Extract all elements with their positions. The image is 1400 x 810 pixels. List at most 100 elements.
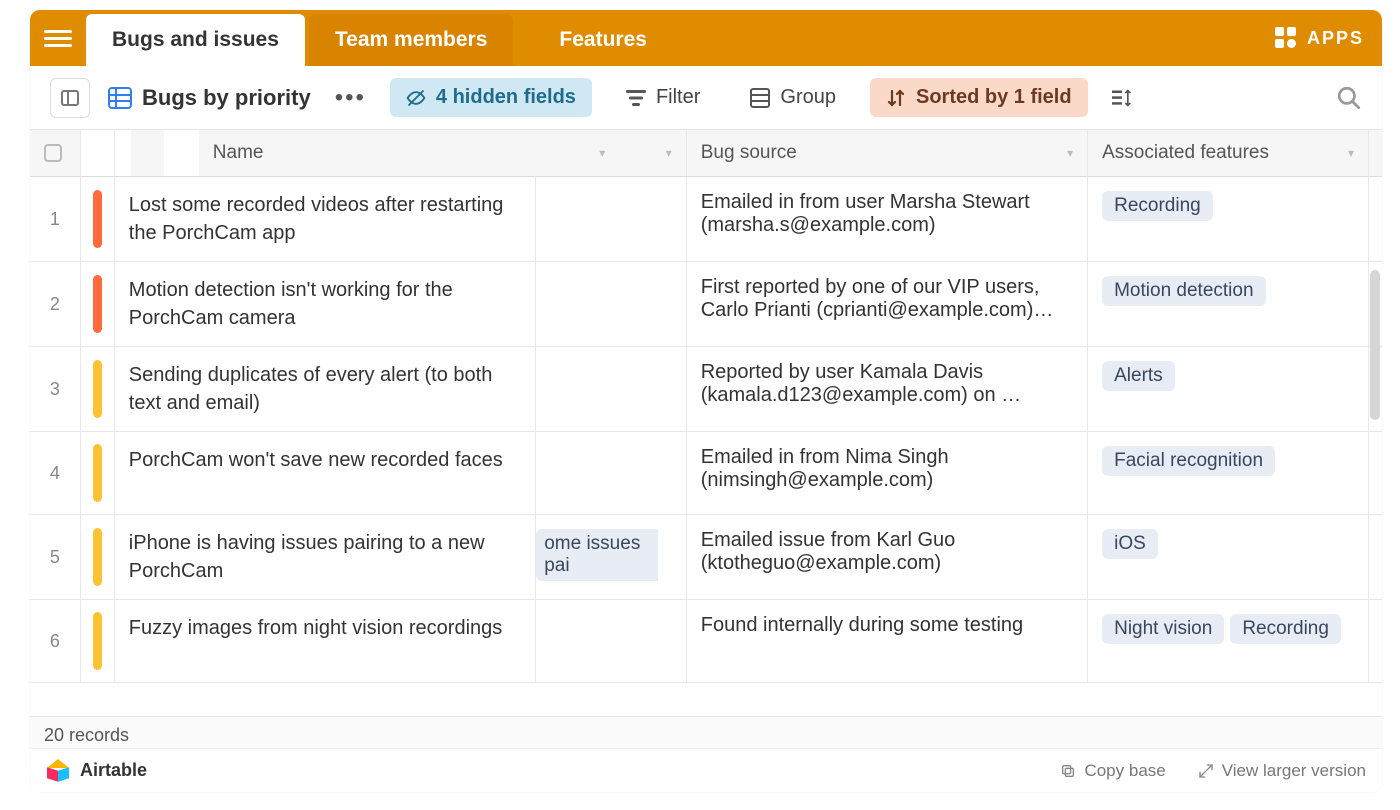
row-height-icon: [1112, 88, 1132, 108]
cell-bug-source[interactable]: Found internally during some testing: [686, 600, 1087, 683]
hidden-fields-button[interactable]: 4 hidden fields: [390, 78, 592, 117]
priority-indicator: [80, 600, 114, 683]
feature-tag[interactable]: Motion detection: [1102, 276, 1265, 306]
toggle-sidebar-button[interactable]: [50, 78, 90, 118]
cell-name[interactable]: PorchCam won't save new recorded faces: [114, 432, 535, 515]
feature-tag[interactable]: Night vision: [1102, 614, 1224, 644]
cell-name[interactable]: Fuzzy images from night vision recording…: [114, 600, 535, 683]
cell-name[interactable]: Motion detection isn't working for the P…: [114, 262, 535, 347]
cell-created[interactable]: M: [1369, 432, 1382, 515]
table-row[interactable]: 5 iPhone is having issues pairing to a ne…: [30, 515, 1382, 600]
row-number[interactable]: 1: [30, 177, 80, 262]
view-toolbar: Bugs by priority ••• 4 hidden fields Fil…: [30, 66, 1382, 130]
view-larger-label: View larger version: [1222, 761, 1366, 781]
column-header-bug-source[interactable]: Bug source ▾: [686, 130, 1087, 177]
linked-record-fragment[interactable]: ome issues pai: [536, 529, 658, 581]
cell-bug-source[interactable]: Emailed in from Nima Singh (nimsingh@exa…: [686, 432, 1087, 515]
chevron-down-icon[interactable]: ▾: [599, 146, 605, 160]
feature-tag[interactable]: Alerts: [1102, 361, 1175, 391]
cell-bug-source[interactable]: First reported by one of our VIP users, …: [686, 262, 1087, 347]
column-header-name[interactable]: Name ▾: [198, 130, 619, 177]
cell-s[interactable]: [536, 600, 687, 683]
cell-s[interactable]: [536, 432, 687, 515]
cell-s[interactable]: ome issues pai: [536, 515, 687, 600]
column-header-associated-features[interactable]: Associated features ▾: [1088, 130, 1369, 177]
cell-associated-features[interactable]: Recording: [1088, 177, 1369, 262]
select-all-checkbox[interactable]: [44, 144, 62, 162]
cell-bug-source[interactable]: Emailed issue from Karl Guo (ktotheguo@e…: [686, 515, 1087, 600]
col-features-label: Associated features: [1102, 142, 1269, 164]
chevron-down-icon[interactable]: ▾: [1067, 146, 1073, 160]
table-row[interactable]: 1 Lost some recorded videos after restart…: [30, 177, 1382, 262]
feature-tag[interactable]: Facial recognition: [1102, 446, 1275, 476]
priority-bar-icon: [93, 444, 102, 502]
cell-name[interactable]: Sending duplicates of every alert (to bo…: [114, 347, 535, 432]
apps-button[interactable]: APPS: [1275, 10, 1364, 66]
menu-icon[interactable]: [44, 24, 72, 52]
table-row[interactable]: 4 PorchCam won't save new recorded faces E…: [30, 432, 1382, 515]
filter-button[interactable]: Filter: [610, 78, 716, 117]
row-number[interactable]: 5: [30, 515, 80, 600]
group-icon: [750, 88, 770, 108]
cell-associated-features[interactable]: iOS: [1088, 515, 1369, 600]
row-number[interactable]: 4: [30, 432, 80, 515]
cell-s[interactable]: [536, 262, 687, 347]
tab-bugs-and-issues[interactable]: Bugs and issues: [86, 14, 305, 66]
table-row[interactable]: 3 Sending duplicates of every alert (to b…: [30, 347, 1382, 432]
priority-bar-icon: [93, 275, 102, 333]
tab-team-members[interactable]: Team members: [309, 14, 514, 66]
priority-indicator: [80, 262, 114, 347]
topbar: Bugs and issues Team members Features AP…: [30, 10, 1382, 66]
cell-created[interactable]: Ka: [1369, 177, 1382, 262]
feature-tag[interactable]: Recording: [1102, 191, 1213, 221]
priority-bar-icon: [93, 360, 102, 418]
sorted-label: Sorted by 1 field: [916, 86, 1072, 109]
column-header-priority: [130, 130, 164, 177]
col-name-label: Name: [213, 142, 264, 164]
chevron-down-icon[interactable]: ▾: [666, 146, 672, 160]
grid-view-icon: [108, 87, 132, 109]
cell-associated-features[interactable]: Motion detection: [1088, 262, 1369, 347]
tab-features[interactable]: Features: [533, 14, 673, 66]
cell-bug-source[interactable]: Reported by user Kamala Davis (kamala.d1…: [686, 347, 1087, 432]
view-larger-button[interactable]: View larger version: [1198, 761, 1366, 781]
feature-tag[interactable]: iOS: [1102, 529, 1158, 559]
cell-created[interactable]: Be: [1369, 515, 1382, 600]
horizontal-scroll[interactable]: Name▾ s?▾ Bug source▾ Associated feature…: [30, 130, 1382, 792]
column-header-checkbox[interactable]: [30, 130, 80, 177]
cell-s[interactable]: [536, 177, 687, 262]
row-number[interactable]: 2: [30, 262, 80, 347]
search-button[interactable]: [1336, 85, 1362, 111]
airtable-logo-icon: [46, 759, 70, 783]
priority-indicator: [80, 177, 114, 262]
chevron-down-icon[interactable]: ▾: [1348, 146, 1354, 160]
data-grid: Name▾ s?▾ Bug source▾ Associated feature…: [30, 130, 1382, 683]
cell-created[interactable]: Ga: [1369, 600, 1382, 683]
priority-indicator: [80, 515, 114, 600]
table-row[interactable]: 2 Motion detection isn't working for the …: [30, 262, 1382, 347]
cell-name[interactable]: Lost some recorded videos after restarti…: [114, 177, 535, 262]
row-height-button[interactable]: [1106, 80, 1138, 116]
copy-base-button[interactable]: Copy base: [1060, 761, 1165, 781]
cell-name[interactable]: iPhone is having issues pairing to a new…: [114, 515, 535, 600]
panel-icon: [61, 90, 79, 106]
group-button[interactable]: Group: [734, 78, 852, 117]
cell-associated-features[interactable]: Alerts: [1088, 347, 1369, 432]
cell-bug-source[interactable]: Emailed in from user Marsha Stewart (mar…: [686, 177, 1087, 262]
column-header-created[interactable]: Cr: [1369, 130, 1382, 177]
feature-tag[interactable]: Recording: [1230, 614, 1341, 644]
sorted-button[interactable]: Sorted by 1 field: [870, 78, 1088, 117]
grid-area: Name▾ s?▾ Bug source▾ Associated feature…: [30, 130, 1382, 792]
view-more-button[interactable]: •••: [329, 84, 372, 112]
record-count: 20 records: [44, 725, 129, 746]
col-bug-source-label: Bug source: [701, 142, 797, 164]
copy-base-label: Copy base: [1084, 761, 1165, 781]
cell-associated-features[interactable]: Facial recognition: [1088, 432, 1369, 515]
vertical-scrollbar[interactable]: [1370, 270, 1380, 420]
row-number[interactable]: 6: [30, 600, 80, 683]
cell-associated-features[interactable]: Night visionRecording: [1088, 600, 1369, 683]
cell-s[interactable]: [536, 347, 687, 432]
table-row[interactable]: 6 Fuzzy images from night vision recordin…: [30, 600, 1382, 683]
view-title[interactable]: Bugs by priority: [108, 85, 311, 111]
row-number[interactable]: 3: [30, 347, 80, 432]
